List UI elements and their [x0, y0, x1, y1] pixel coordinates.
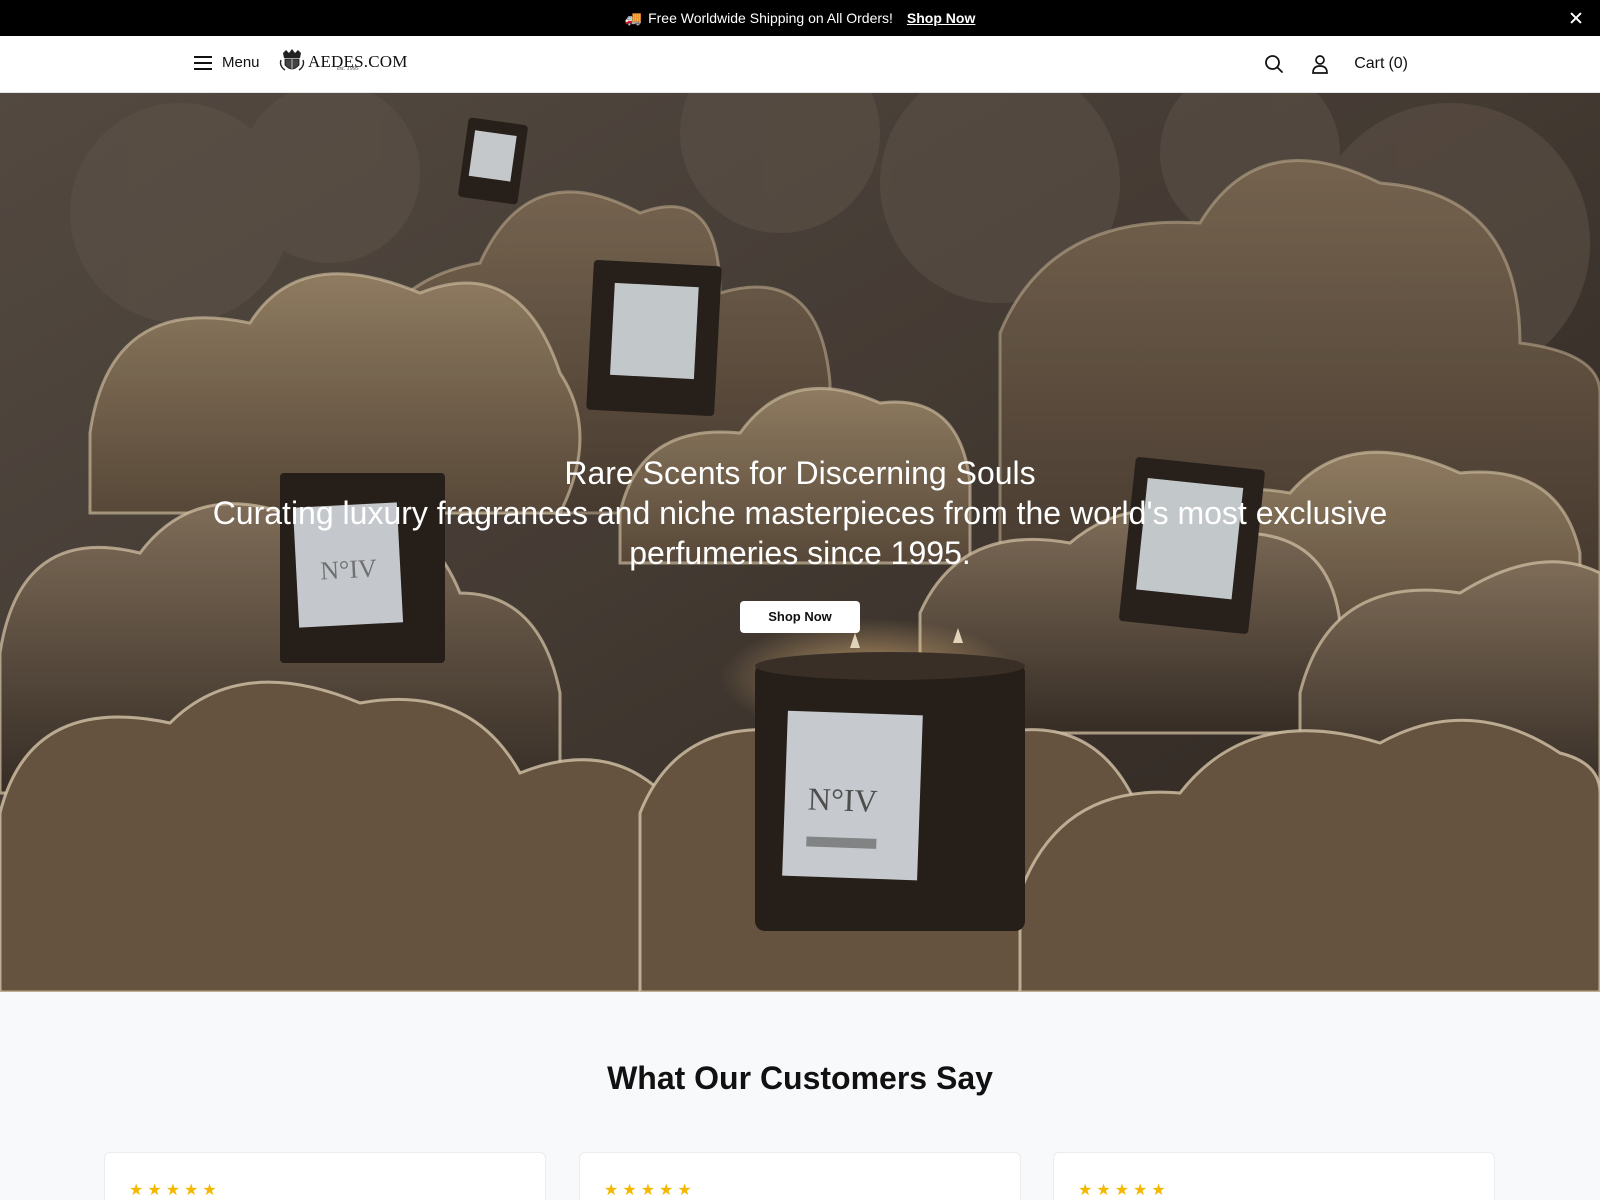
logo-established: est. 1995	[337, 66, 359, 72]
hero-title: Rare Scents for Discerning Souls	[564, 455, 1036, 491]
testimonials-title: What Our Customers Say	[607, 1060, 993, 1096]
site-logo[interactable]: AEDES.COM est. 1995	[279, 48, 408, 74]
hero-subtitle: Curating luxury fragrances and niche mas…	[212, 495, 1388, 571]
testimonial-card: ★★★★★	[1053, 1152, 1495, 1200]
site-header: Menu AEDES.COM est. 1995 Cart (0)	[0, 36, 1600, 93]
testimonial-card: ★★★★★	[579, 1152, 1021, 1200]
menu-button[interactable]: Menu	[194, 54, 260, 71]
search-icon[interactable]	[1262, 52, 1286, 76]
announcement-text: Free Worldwide Shipping on All Orders!	[648, 10, 893, 26]
cart-count: (0)	[1388, 55, 1408, 72]
hamburger-icon	[194, 55, 212, 70]
announcement-bar: 🚚 Free Worldwide Shipping on All Orders!…	[0, 0, 1600, 36]
truck-icon: 🚚	[624, 9, 643, 26]
testimonial-card: ★★★★★	[104, 1152, 546, 1200]
hero-banner: N°IV N°IV Rare Scents for Discerning Sou…	[0, 93, 1600, 992]
star-rating: ★★★★★	[1078, 1182, 1170, 1199]
announcement-shop-now-link[interactable]: Shop Now	[907, 10, 975, 26]
cart-label: Cart	[1354, 55, 1385, 72]
hero-text-block: Rare Scents for Discerning Souls Curatin…	[0, 453, 1600, 633]
star-rating: ★★★★★	[129, 1182, 221, 1199]
announcement-message: 🚚 Free Worldwide Shipping on All Orders!…	[625, 10, 976, 27]
menu-label: Menu	[222, 54, 260, 71]
testimonials-section: What Our Customers Say ★★★★★ ★★★★★ ★★★★★	[0, 992, 1600, 1200]
header-actions: Cart (0)	[1262, 52, 1408, 76]
close-icon[interactable]	[1566, 8, 1586, 28]
account-icon[interactable]	[1308, 52, 1332, 76]
crest-icon	[279, 49, 305, 71]
hero-shop-now-button[interactable]: Shop Now	[740, 601, 860, 633]
cart-button[interactable]: Cart (0)	[1354, 55, 1408, 73]
star-rating: ★★★★★	[604, 1182, 696, 1199]
